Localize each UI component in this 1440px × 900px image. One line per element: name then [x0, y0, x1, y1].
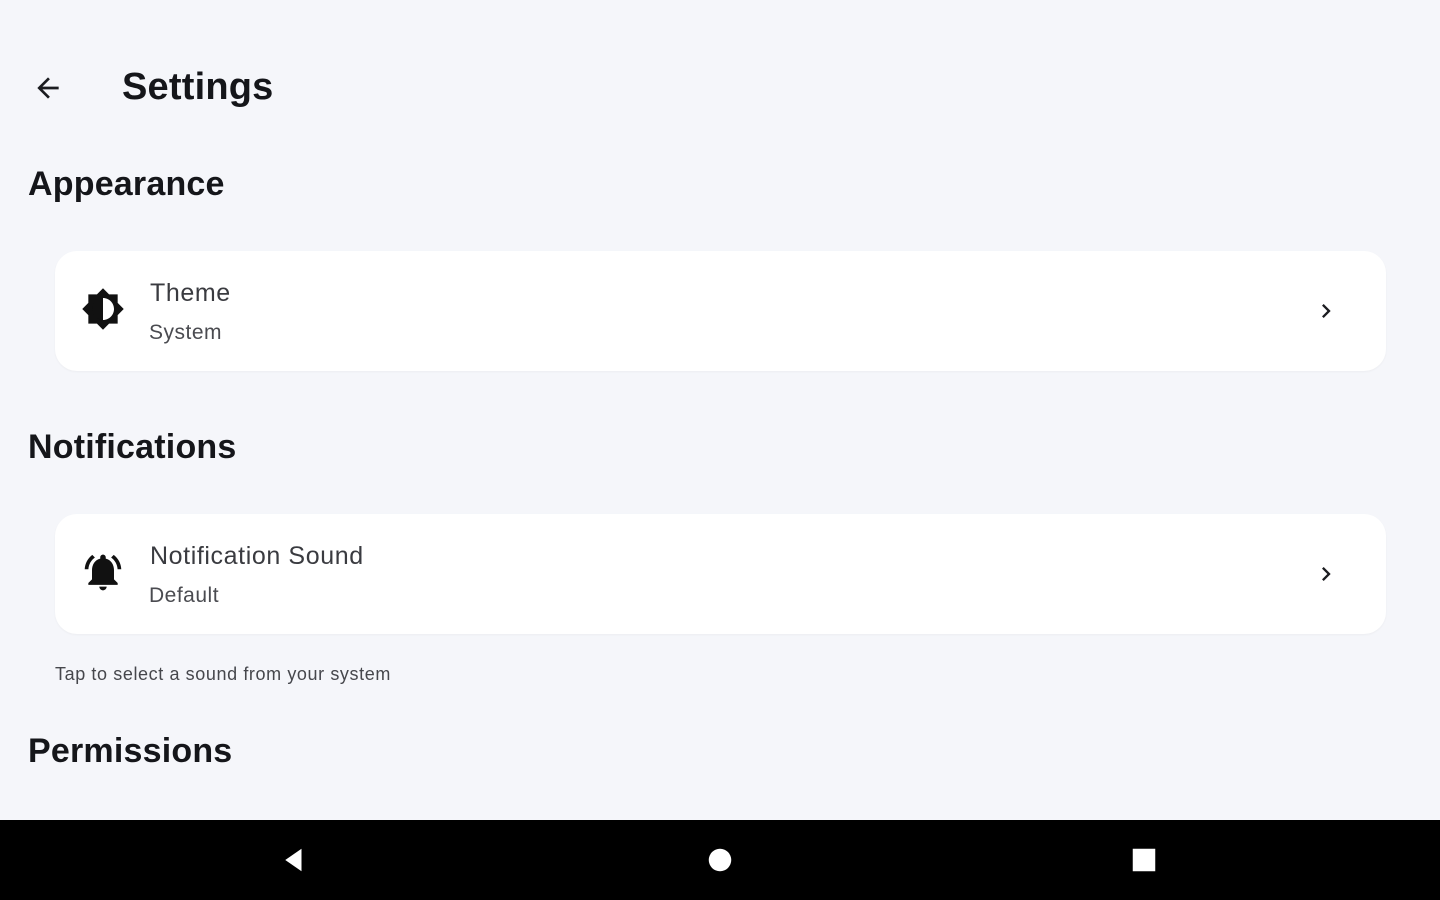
system-navigation-bar — [0, 820, 1440, 900]
nav-home-button[interactable] — [696, 836, 744, 884]
section-header-permissions: Permissions — [28, 732, 233, 770]
circle-home-icon — [708, 848, 732, 872]
theme-value: System — [149, 321, 223, 344]
brightness-contrast-icon — [81, 287, 125, 331]
theme-title: Theme — [150, 279, 231, 307]
square-recents-icon — [1132, 848, 1156, 872]
chevron-right-icon — [1312, 297, 1340, 325]
settings-screen: Settings Appearance Theme System Notific… — [0, 0, 1440, 900]
section-header-notifications: Notifications — [28, 428, 237, 466]
bell-ringing-icon — [81, 550, 125, 594]
notification-sound-title: Notification Sound — [150, 542, 364, 570]
page-title: Settings — [122, 66, 274, 108]
back-button[interactable] — [24, 64, 72, 112]
top-app-bar: Settings — [0, 0, 1440, 176]
triangle-back-icon — [285, 848, 302, 872]
nav-recents-button[interactable] — [1120, 836, 1168, 884]
nav-back-button[interactable] — [270, 836, 318, 884]
chevron-right-icon — [1312, 560, 1340, 588]
arrow-back-icon — [37, 77, 59, 99]
notification-sound-value: Default — [149, 584, 220, 607]
theme-setting-row[interactable]: Theme System — [55, 251, 1386, 371]
notification-sound-row[interactable]: Notification Sound Default — [55, 514, 1386, 634]
section-header-appearance: Appearance — [28, 165, 225, 203]
notification-sound-helper: Tap to select a sound from your system — [55, 664, 391, 684]
